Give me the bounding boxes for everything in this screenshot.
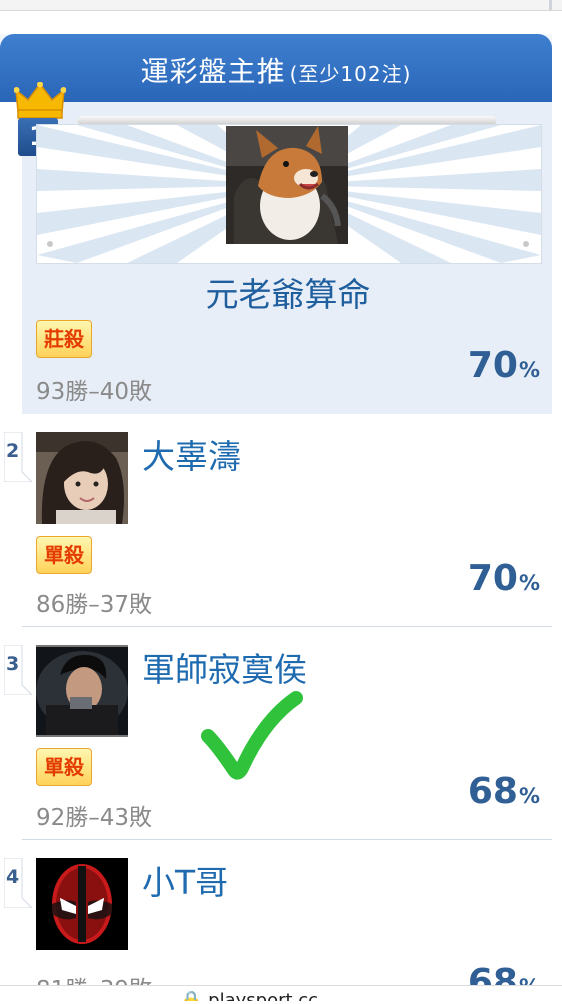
scroll-edge <box>549 0 552 10</box>
win-loss-record: 92勝–43敗 <box>36 805 153 831</box>
pin-right <box>523 241 529 247</box>
percent-unit: % <box>518 784 540 808</box>
win-percentage-value: 70 <box>467 558 518 599</box>
lock-icon: 🔒 <box>180 990 203 1001</box>
win-percentage: 70% <box>468 558 540 599</box>
status-badge: 單殺 <box>36 536 92 574</box>
percent-unit: % <box>518 571 540 595</box>
panel-title: 運彩盤主推 (至少102注) <box>0 50 552 90</box>
win-percentage: 68% <box>468 771 540 812</box>
win-percentage-value: 68 <box>467 771 518 812</box>
status-badge: 單殺 <box>36 748 92 786</box>
pin-left <box>47 241 53 247</box>
win-loss-record: 86勝–37敗 <box>36 592 153 618</box>
rank-number: 2 <box>6 440 20 462</box>
address-text: playsport.cc <box>208 990 319 1001</box>
address-url[interactable]: 🔒 playsport.cc <box>180 990 318 1001</box>
tipster-name[interactable]: 小T哥 <box>142 856 228 904</box>
tipster-name[interactable]: 軍師寂寞侯 <box>142 643 307 691</box>
percent-unit: % <box>518 358 540 382</box>
top-pick-name[interactable]: 元老爺算命 <box>36 268 540 316</box>
top-strip <box>0 0 562 11</box>
avatar-image[interactable] <box>36 645 128 737</box>
rank-number: 3 <box>6 653 20 675</box>
crown-icon <box>14 82 66 119</box>
status-badge: 莊殺 <box>36 320 92 358</box>
win-percentage-value: 70 <box>467 345 518 386</box>
avatar-image[interactable] <box>36 858 128 950</box>
panel-subtitle: (至少102注) <box>289 62 412 86</box>
browser-address-bar[interactable]: 🔒 playsport.cc <box>0 985 562 1001</box>
checkmark-icon <box>201 691 303 780</box>
avatar-image[interactable] <box>36 432 128 524</box>
panel-header: 運彩盤主推 (至少102注) <box>0 34 552 102</box>
avatar-image[interactable] <box>226 126 348 244</box>
rank-number: 4 <box>6 866 20 888</box>
panel-title-text: 運彩盤主推 <box>140 55 286 88</box>
tipster-name[interactable]: 大辜濤 <box>142 430 241 478</box>
win-percentage: 70% <box>468 345 540 386</box>
win-loss-record: 93勝–40敗 <box>36 379 153 405</box>
